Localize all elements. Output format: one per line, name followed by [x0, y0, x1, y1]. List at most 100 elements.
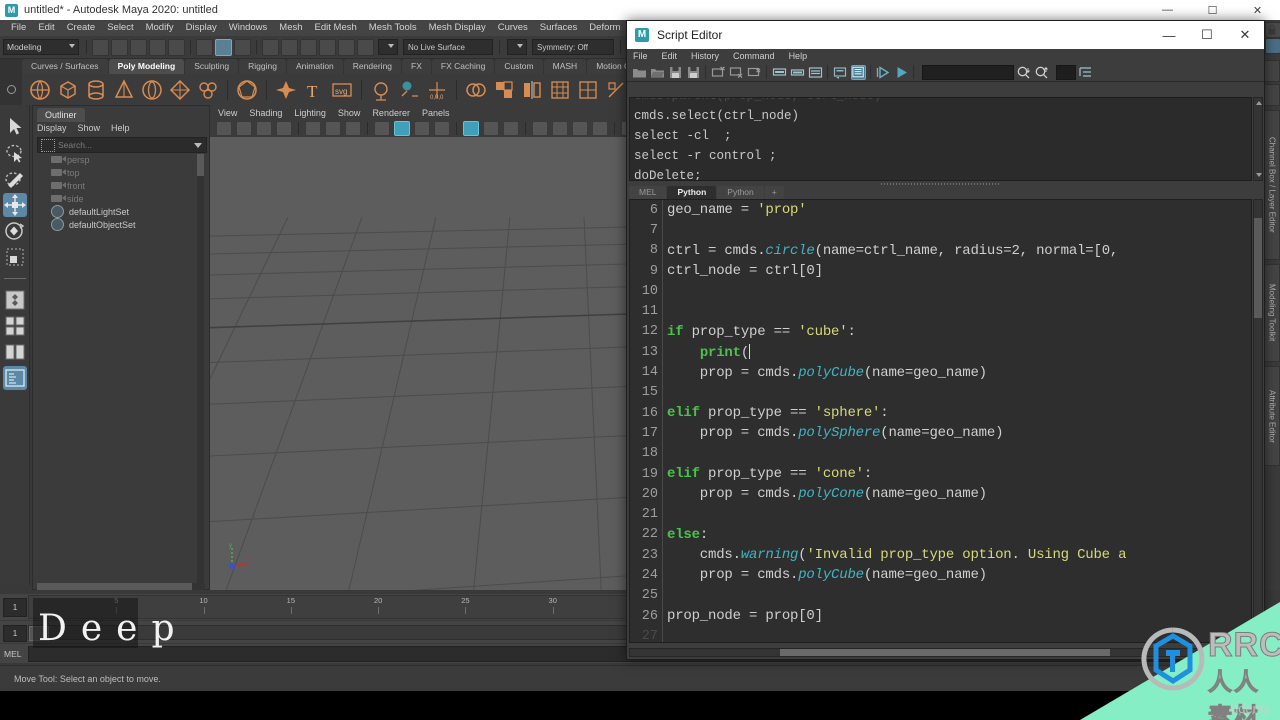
shelf-tab-fx[interactable]: FX [402, 59, 431, 74]
shelf-tab-rigging[interactable]: Rigging [239, 59, 286, 74]
code-line[interactable]: 15 [630, 382, 1251, 403]
viewport-menu-show[interactable]: Show [338, 108, 361, 118]
shelf-tab-sculpting[interactable]: Sculpting [185, 59, 239, 74]
se-menu-history[interactable]: History [691, 51, 719, 61]
shelf-tab-poly-modeling[interactable]: Poly Modeling [108, 59, 185, 74]
viewport-menu-view[interactable]: View [218, 108, 237, 118]
shelf-tab-curves-surfaces[interactable]: Curves / Surfaces [22, 59, 108, 74]
code-line[interactable]: 14 prop = cmds.polyCube(name=geo_name) [630, 362, 1251, 383]
snap-grid-icon[interactable] [262, 38, 279, 56]
script-output-pane[interactable]: cmds.parent(prop_node, ctrl_node) cmds.se… [629, 97, 1252, 181]
outliner-scrollbar[interactable] [197, 154, 204, 583]
clear-input-icon[interactable] [729, 65, 744, 80]
clear-history-icon[interactable] [711, 65, 726, 80]
viewport-smooth-shade-all-icon[interactable] [394, 121, 410, 136]
menu-item-mesh-tools[interactable]: Mesh Tools [363, 20, 423, 36]
outliner-item-defaultLightSet[interactable]: defaultLightSet [37, 205, 205, 218]
viewport-two-d-pan-zoom-icon[interactable] [305, 121, 321, 136]
code-line[interactable]: 26 prop_node = prop[0] [630, 605, 1251, 627]
search-color-swatch[interactable] [1056, 64, 1076, 80]
se-menu-edit[interactable]: Edit [662, 51, 678, 61]
shelf-retopologize-icon[interactable] [605, 79, 627, 101]
viewport-use-all-lights-icon[interactable] [463, 121, 479, 136]
snap-view-plane-icon[interactable] [338, 38, 355, 56]
indent-icon[interactable] [1078, 65, 1093, 80]
code-line[interactable]: 17 prop = cmds.polySphere(name=geo_name) [630, 423, 1251, 444]
open-script-icon[interactable] [650, 65, 665, 80]
range-start-field[interactable]: 1 [3, 625, 27, 642]
outliner-hscrollbar[interactable] [37, 583, 205, 590]
shelf-options-b-icon[interactable] [790, 65, 805, 80]
code-line[interactable]: 6 geo_name = 'prop' [630, 200, 1251, 221]
snap-projected-icon[interactable] [319, 38, 336, 56]
script-tab-python-1[interactable]: Python [667, 186, 717, 199]
close-button[interactable]: ✕ [1235, 0, 1280, 20]
shelf-reduce-icon[interactable] [577, 79, 599, 101]
move-tool-icon[interactable] [3, 193, 27, 217]
viewport-wireframe-shade-icon[interactable] [374, 121, 390, 136]
menu-item-curves[interactable]: Curves [492, 20, 534, 36]
clear-all-icon[interactable] [747, 65, 762, 80]
scroll-thumb[interactable] [780, 649, 1110, 656]
code-line[interactable]: 19 elif prop_type == 'cone': [630, 463, 1251, 485]
outliner-tab[interactable]: Outliner [37, 108, 85, 122]
menuset-dropdown[interactable]: Modeling [3, 39, 79, 55]
save-script-as-icon[interactable] [686, 65, 701, 80]
script-tab-python-2[interactable]: Python [717, 186, 764, 199]
se-menu-command[interactable]: Command [733, 51, 775, 61]
shelf-smooth-icon[interactable] [549, 79, 571, 101]
script-code-editor[interactable]: 6 geo_name = 'prop' 7 8 ctrl = cmds.circle(n… [629, 199, 1252, 643]
scroll-thumb[interactable] [1254, 218, 1262, 318]
live-surface-dropdown[interactable] [378, 39, 398, 55]
outliner-item-side[interactable]: side [37, 192, 205, 205]
menu-item-file[interactable]: File [5, 20, 32, 36]
dock-nav-down[interactable] [1264, 84, 1280, 106]
code-line[interactable]: 16 elif prop_type == 'sphere': [630, 402, 1251, 424]
layers-icon[interactable] [1265, 38, 1280, 54]
code-hscrollbar[interactable] [629, 648, 1252, 657]
viewport-select-camera-icon[interactable] [216, 121, 232, 136]
select-object-icon[interactable] [215, 38, 232, 56]
outliner-menu-display[interactable]: Display [37, 123, 67, 133]
se-maximize-button[interactable]: ☐ [1188, 21, 1226, 49]
shelf-tab-custom[interactable]: Custom [495, 59, 543, 74]
scroll-up-icon[interactable] [1256, 101, 1262, 105]
search-up-icon[interactable] [1034, 65, 1049, 80]
save-scene-icon[interactable] [130, 38, 147, 56]
shelf-poly-cone-icon[interactable] [113, 78, 135, 101]
viewport-flat-shade-icon[interactable] [434, 121, 450, 136]
shelf-snap-together-icon[interactable] [398, 79, 420, 101]
shelf-poly-sculpt-icon[interactable] [370, 79, 392, 101]
undo-icon[interactable] [149, 38, 166, 56]
viewport-image-plane-icon[interactable] [276, 121, 292, 136]
shelf-mirror-icon[interactable] [521, 79, 543, 101]
dock-tab-modeling-toolkit[interactable]: Modeling Toolkit [1264, 264, 1280, 362]
script-tab-mel-0[interactable]: MEL [629, 186, 667, 199]
viewport-shadows-icon[interactable] [483, 121, 499, 136]
shelf-poly-disc-icon[interactable] [197, 79, 219, 101]
code-line[interactable]: 9 ctrl_node = ctrl[0] [630, 260, 1251, 282]
shelf-poly-plane-icon[interactable] [169, 79, 191, 101]
shelf-poly-soft-edge-icon[interactable] [275, 79, 297, 101]
four-view-layout-icon[interactable] [3, 314, 27, 338]
snap-point-icon[interactable] [300, 38, 317, 56]
viewport-bookmark-icon[interactable] [236, 121, 252, 136]
code-scrollbar[interactable] [1253, 199, 1263, 643]
code-line[interactable]: 13 print( [630, 342, 1251, 363]
rotate-tool-icon[interactable] [3, 219, 27, 243]
shelf-boolean-union-icon[interactable] [493, 79, 515, 101]
se-close-button[interactable]: ✕ [1226, 21, 1264, 49]
two-view-layout-icon[interactable] [3, 340, 27, 364]
script-search-input[interactable] [922, 64, 1014, 80]
code-line[interactable]: 11 [630, 301, 1251, 322]
script-tab-add[interactable]: + [764, 186, 784, 199]
code-line[interactable]: 23 cmds.warning('Invalid prop_type optio… [630, 545, 1251, 566]
show-line-numbers-icon[interactable] [808, 65, 823, 80]
open-scene-icon[interactable] [111, 38, 128, 56]
code-line[interactable]: 21 [630, 504, 1251, 525]
shelf-tab-rendering[interactable]: Rendering [343, 59, 402, 74]
outliner-search-field[interactable]: Search... [37, 137, 207, 153]
menu-item-edit[interactable]: Edit [32, 20, 60, 36]
shelf-text-tool-icon[interactable]: T [303, 79, 325, 101]
outliner-menu-help[interactable]: Help [111, 123, 130, 133]
